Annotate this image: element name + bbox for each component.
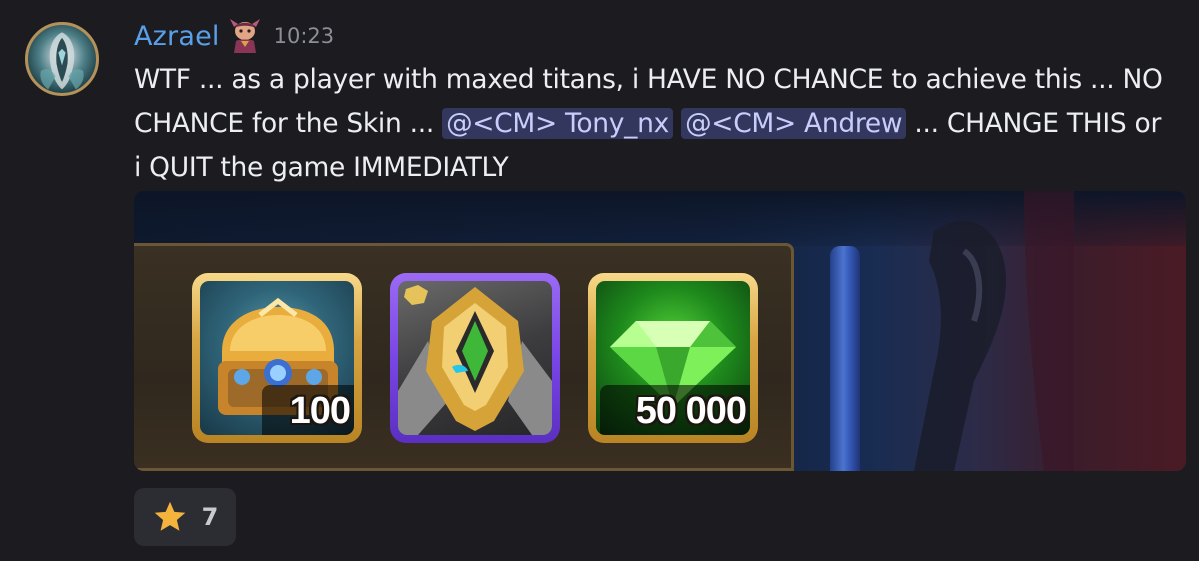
chat-message: Azrael 10:23 WTF ... as a player with ma… — [0, 0, 1199, 561]
hooded-figure-avatar-icon — [40, 32, 84, 90]
username[interactable]: Azrael — [134, 21, 220, 52]
reaction-star[interactable]: 7 — [134, 488, 236, 546]
message-content: WTF ... as a player with maxed titans, i… — [134, 58, 1174, 190]
reward-item-chest[interactable]: 100 — [192, 273, 362, 443]
timestamp[interactable]: 10:23 — [274, 24, 335, 48]
image-attachment[interactable]: 100 50 000 — [134, 191, 1186, 471]
character-role-icon — [229, 19, 260, 53]
reaction-count: 7 — [201, 503, 219, 531]
user-mention[interactable]: @<CM> Tony_nx — [442, 108, 673, 139]
message-header: Azrael 10:23 — [134, 14, 334, 58]
reward-item-titan-skin[interactable] — [390, 273, 560, 443]
item-count: 50 000 — [635, 390, 747, 432]
background-figure — [914, 191, 1074, 471]
scroll-rail — [830, 246, 860, 471]
user-avatar[interactable] — [25, 22, 99, 96]
user-mention[interactable]: @<CM> Andrew — [681, 108, 907, 139]
star-icon — [152, 499, 188, 535]
armored-titan-icon — [398, 285, 552, 435]
reward-item-emeralds[interactable]: 50 000 — [588, 273, 758, 443]
item-count: 100 — [289, 390, 351, 432]
